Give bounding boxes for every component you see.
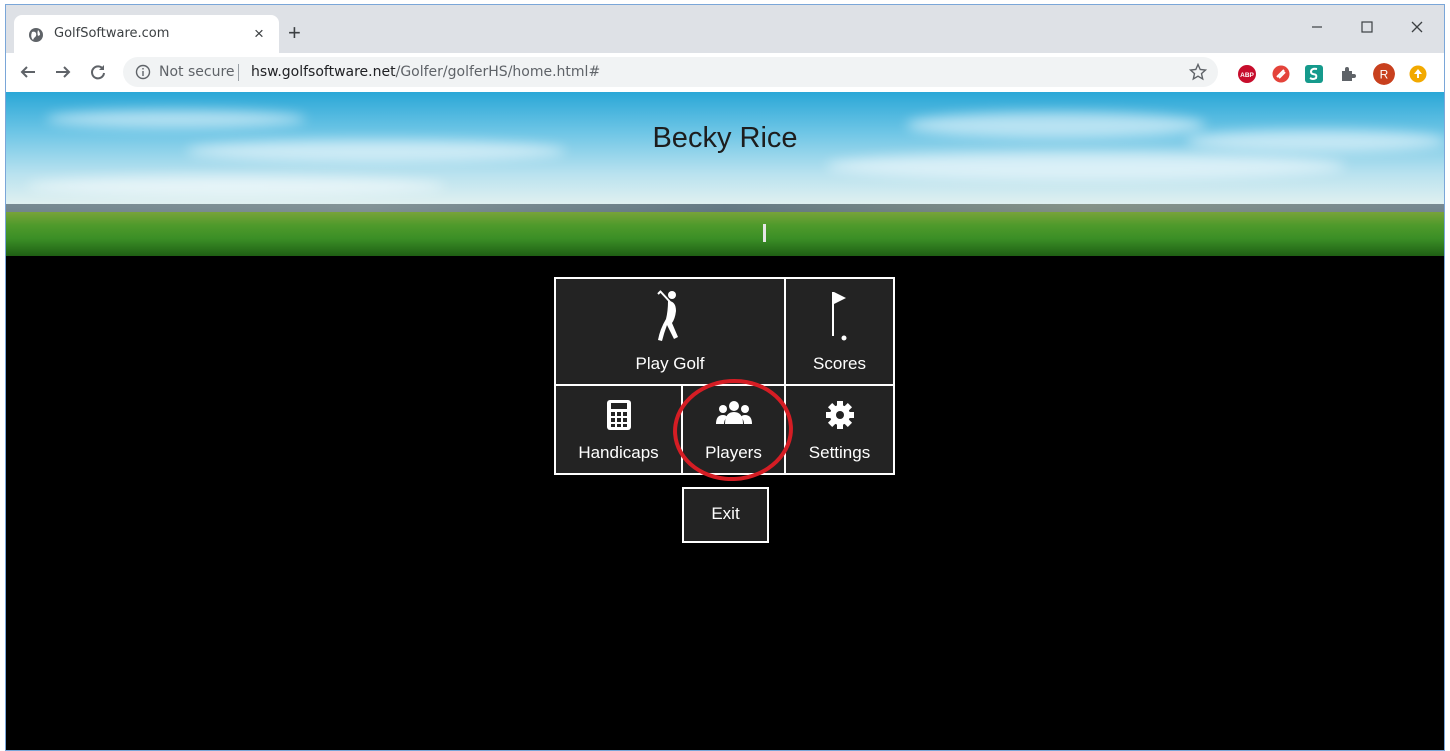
- players-label: Players: [705, 443, 762, 462]
- play-golf-label: Play Golf: [635, 354, 705, 373]
- address-bar[interactable]: Not secure hsw.golfsoftware.net/Golfer/g…: [123, 57, 1218, 87]
- scores-label: Scores: [813, 354, 866, 373]
- player-name: Becky Rice: [652, 122, 798, 154]
- update-icon[interactable]: [1409, 65, 1427, 83]
- new-tab-button[interactable]: +: [288, 22, 301, 44]
- users-icon: [716, 401, 752, 424]
- header-banner: Becky Rice: [6, 92, 1444, 256]
- play-golf-button[interactable]: Play Golf: [554, 277, 786, 386]
- ext-green-s-icon[interactable]: [1305, 65, 1323, 83]
- players-button[interactable]: Players: [681, 384, 786, 475]
- not-secure-label: Not secure: [159, 64, 235, 80]
- cloud-shape: [26, 176, 446, 196]
- scores-button[interactable]: Scores: [784, 277, 895, 386]
- handicaps-button[interactable]: Handicaps: [554, 384, 683, 475]
- tab-close-button[interactable]: ×: [254, 24, 264, 44]
- abp-icon[interactable]: ABP: [1238, 65, 1256, 83]
- minimize-button[interactable]: [1294, 13, 1340, 41]
- profile-avatar[interactable]: R: [1373, 63, 1395, 85]
- flag-pin: [763, 224, 766, 242]
- url-path: /Golfer/golferHS/home.html#: [395, 64, 601, 80]
- flag-icon: [832, 292, 847, 341]
- url-text[interactable]: hsw.golfsoftware.net/Golfer/golferHS/hom…: [251, 64, 600, 80]
- profile-initial: R: [1380, 68, 1389, 82]
- main-menu: Play Golf Scores Handicaps Players Setti…: [554, 277, 895, 475]
- close-window-button[interactable]: [1394, 13, 1440, 41]
- back-arrow-icon[interactable]: [19, 63, 37, 81]
- ext-red-icon[interactable]: [1272, 65, 1290, 83]
- tab-strip: GolfSoftware.com × +: [6, 5, 1444, 53]
- browser-window: GolfSoftware.com × + Not secure hsw.golf…: [5, 4, 1445, 751]
- globe-icon: [29, 28, 43, 42]
- maximize-button[interactable]: [1344, 13, 1390, 41]
- exit-button[interactable]: Exit: [682, 487, 769, 543]
- address-divider: [238, 64, 239, 81]
- reload-icon[interactable]: [89, 63, 107, 81]
- info-icon[interactable]: [135, 64, 151, 80]
- browser-tab[interactable]: GolfSoftware.com ×: [14, 15, 279, 53]
- fairway: [6, 212, 1444, 256]
- settings-label: Settings: [808, 443, 871, 462]
- browser-toolbar: Not secure hsw.golfsoftware.net/Golfer/g…: [6, 53, 1444, 93]
- tab-title: GolfSoftware.com: [54, 26, 170, 41]
- settings-button[interactable]: Settings: [784, 384, 895, 475]
- bookmark-star-icon[interactable]: [1189, 63, 1207, 81]
- handicaps-label: Handicaps: [578, 443, 659, 462]
- puzzle-icon[interactable]: [1339, 65, 1357, 83]
- abp-label: ABP: [1240, 72, 1254, 79]
- golfer-icon: [657, 290, 678, 341]
- gear-icon: [826, 401, 854, 429]
- distant-hills: [6, 204, 1444, 212]
- cloud-shape: [826, 152, 1346, 180]
- url-host: hsw.golfsoftware.net: [251, 64, 396, 80]
- calculator-icon: [607, 400, 631, 430]
- forward-arrow-icon[interactable]: [54, 63, 72, 81]
